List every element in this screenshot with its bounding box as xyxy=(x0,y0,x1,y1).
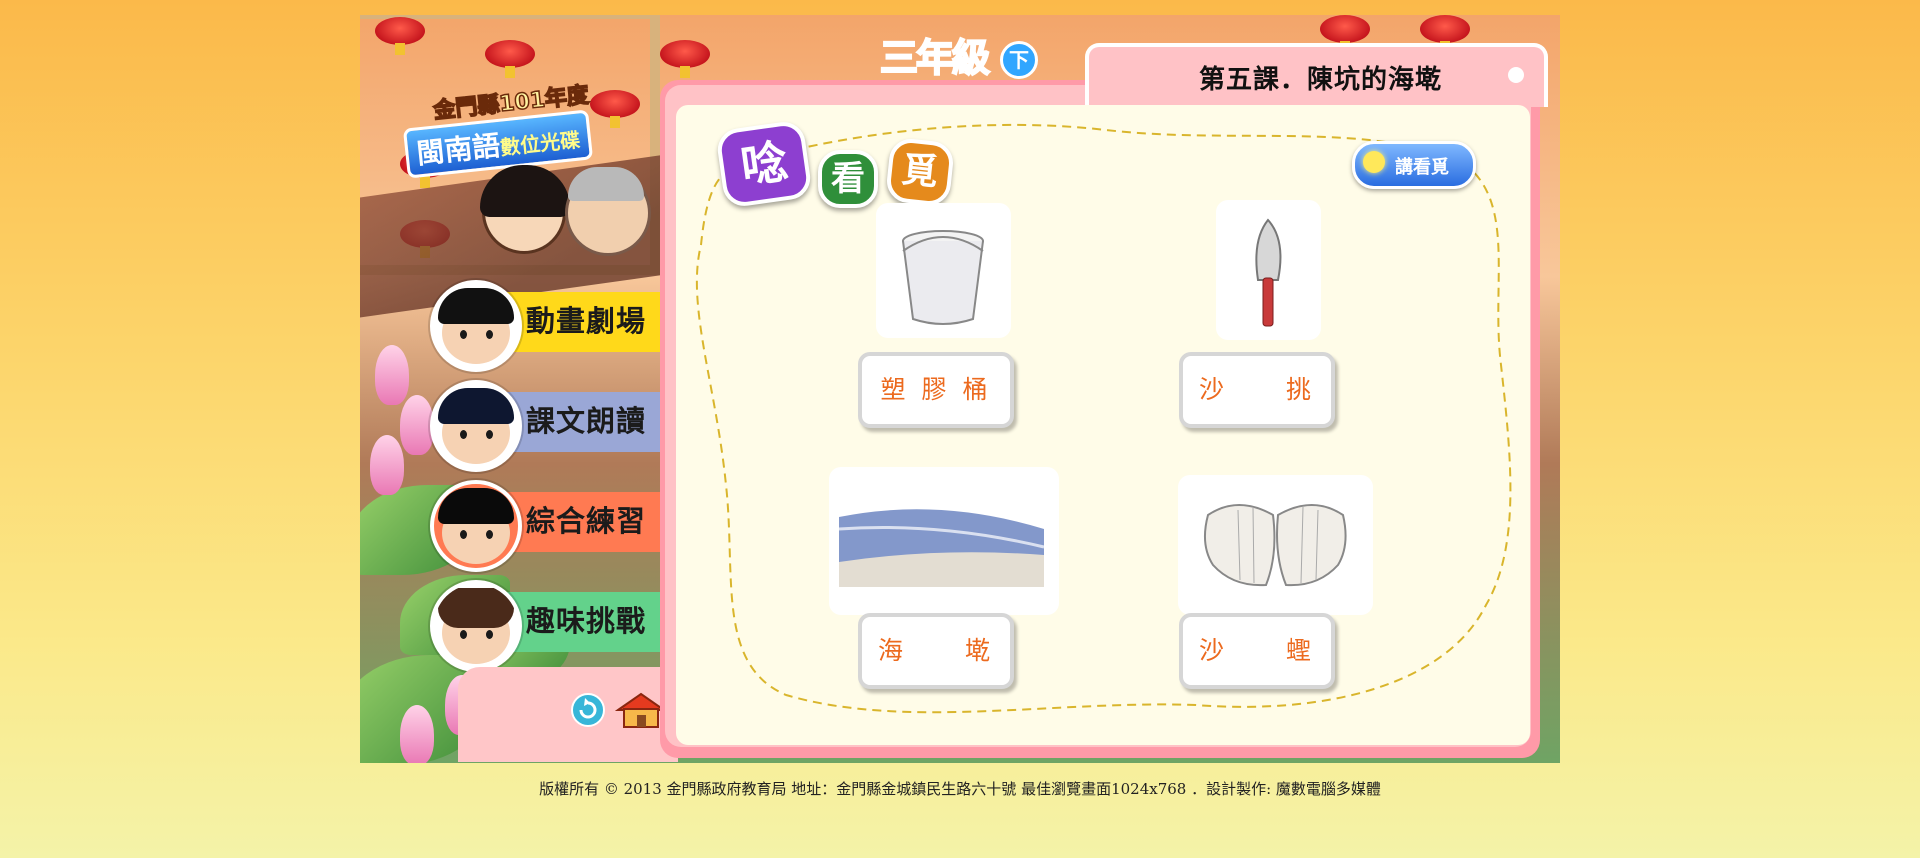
grade-badge: 三年級 下 xyxy=(879,27,1038,81)
logo-disc: 數位光碟 xyxy=(499,127,582,160)
heading-char-read: 唸 xyxy=(715,119,813,209)
heading-char-look: 看 xyxy=(818,150,878,208)
clam-shell-picture xyxy=(1178,475,1373,615)
menu-item-animation-theater[interactable]: 動畫劇場 xyxy=(430,280,666,372)
logo-language: 閩南語 xyxy=(414,128,502,171)
listen-speak-button[interactable]: 講看覓 xyxy=(1352,141,1476,189)
menu-item-fun-challenge[interactable]: 趣味挑戰 xyxy=(430,580,666,672)
heading-char-seek: 覓 xyxy=(884,136,956,208)
content-area: 唸 看 覓 講看覓 塑 膠 桶 沙 挑 海 墘 沙 蟶 xyxy=(676,105,1530,745)
menu-label: 趣味挑戰 xyxy=(526,604,647,638)
listen-speak-label: 講看覓 xyxy=(1395,157,1449,178)
lesson-panel: 第五課．陳坑的海墘 三年級 下 唸 看 覓 講看覓 塑 膠 桶 沙 挑 海 墘 … xyxy=(660,35,1555,763)
dashed-border-decoration xyxy=(695,123,1512,714)
item-label-razor-clam[interactable]: 沙 蟶 xyxy=(1179,613,1335,689)
item-label-sand-trowel[interactable]: 沙 挑 xyxy=(1179,352,1335,428)
menu-label: 綜合練習 xyxy=(526,504,647,538)
grade-label: 三年級 xyxy=(879,35,991,81)
lesson-title-tab: 第五課．陳坑的海墘 xyxy=(1085,43,1548,107)
light-bulb-icon xyxy=(1363,151,1385,173)
menu-item-comprehensive-practice[interactable]: 綜合練習 xyxy=(430,480,666,572)
woman-face-icon xyxy=(430,580,522,672)
item-label-seashore[interactable]: 海 墘 xyxy=(858,613,1014,689)
boy-face-icon xyxy=(430,380,522,472)
bucket-picture xyxy=(876,203,1011,338)
semester-badge: 下 xyxy=(1000,41,1038,79)
girl-face-icon xyxy=(430,280,522,372)
menu-label: 動畫劇場 xyxy=(526,304,647,338)
menu-label: 課文朗讀 xyxy=(526,404,647,438)
young-man-face-icon xyxy=(430,480,522,572)
item-label-plastic-bucket[interactable]: 塑 膠 桶 xyxy=(858,352,1014,428)
title-dot-decoration xyxy=(1508,67,1524,83)
replay-icon[interactable] xyxy=(570,692,606,728)
app-stage: 金門縣101年度 閩南語數位光碟 動畫劇場 課文朗讀 綜合練習 趣味挑戰 第五課… xyxy=(360,15,1560,763)
menu-item-text-reading[interactable]: 課文朗讀 xyxy=(430,380,666,472)
lesson-title: 第五課．陳坑的海墘 xyxy=(1199,65,1443,95)
seashore-picture xyxy=(829,467,1059,615)
app-logo: 金門縣101年度 閩南語數位光碟 xyxy=(402,82,630,179)
trowel-picture xyxy=(1216,200,1321,340)
copyright-footer: 版權所有 © 2013 金門縣政府教育局 地址：金門縣金城鎮民生路六十號 最佳瀏… xyxy=(539,780,1381,798)
